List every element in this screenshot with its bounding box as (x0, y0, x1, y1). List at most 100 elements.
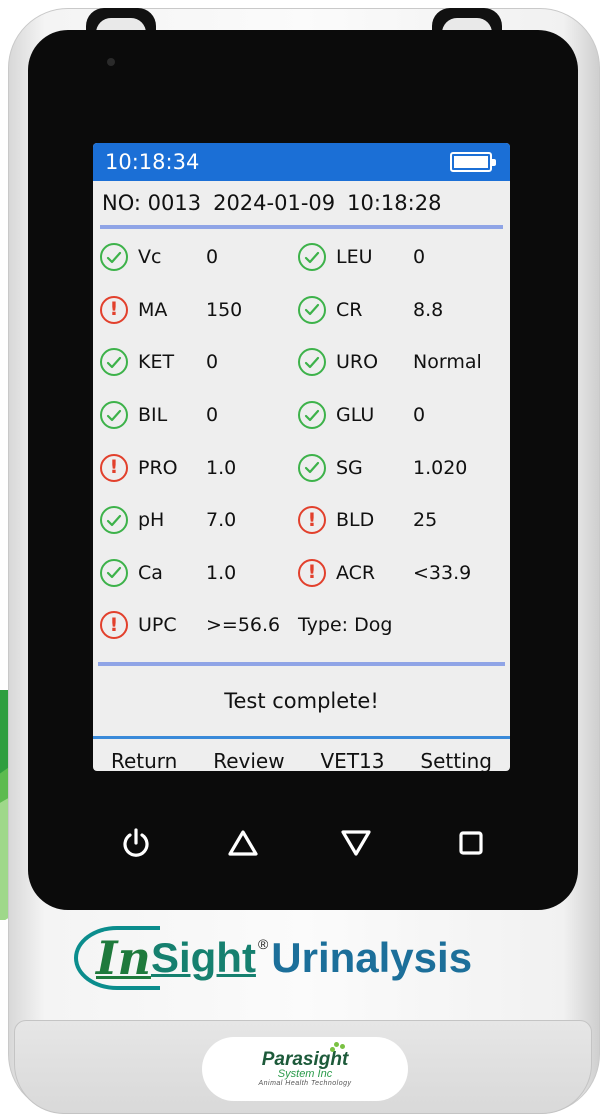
result-row: Ca 1.0! ACR <33.9 (93, 547, 510, 600)
status-bar: 10:18:34 (93, 143, 510, 181)
alert-icon: ! (100, 453, 128, 482)
power-button[interactable] (118, 825, 154, 861)
parameter-value: 1.0 (206, 456, 237, 479)
parameter-value: 150 (206, 298, 243, 321)
brand-name: Parasight (261, 1041, 349, 1070)
parameter-value: 1.020 (413, 456, 468, 479)
square-icon (459, 831, 483, 855)
result-cell: ! PRO 1.0 (93, 453, 298, 482)
parameter-name: SG (336, 456, 363, 479)
parameter-value: Normal (413, 351, 482, 374)
record-header: NO: 0013 2024-01-09 10:18:28 (93, 181, 510, 225)
alert-icon: ! (100, 611, 128, 640)
result-row: ! MA 150 CR 8.8 (93, 284, 510, 337)
result-row: BIL 0 GLU 0 (93, 389, 510, 442)
down-button[interactable] (338, 825, 374, 861)
softkey-bar: Return Review VET13 Setting (93, 739, 510, 771)
parasight-badge: Parasight System Inc Animal Health Techn… (202, 1037, 408, 1101)
parameter-name: MA (138, 298, 168, 321)
brand-name-text: Parasight (261, 1048, 349, 1070)
parameter-name: pH (138, 509, 165, 532)
alert-icon: ! (298, 558, 326, 587)
down-triangle-icon (341, 830, 371, 856)
result-cell: ! BLD 25 (298, 506, 510, 535)
parameter-value: 0 (413, 404, 426, 427)
result-cell: ! MA 150 (93, 295, 298, 324)
status-message: Test complete! (224, 688, 379, 713)
check-icon (100, 243, 128, 272)
parameter-name: Ca (138, 561, 163, 584)
clock: 10:18:34 (105, 150, 200, 174)
alert-icon: ! (298, 506, 326, 535)
result-cell: URO Normal (298, 348, 510, 377)
parameter-name: UPC (138, 614, 177, 637)
results-table: Vc 0 LEU 0! MA 150 CR 8.8 KET 0 URO Normal BIL 0 GLU 0!… (93, 229, 510, 599)
check-icon (298, 453, 326, 482)
result-row: ! UPC >=56.6 Type: Dog (93, 599, 510, 652)
camera-dot (107, 58, 115, 66)
parameter-value: 8.8 (413, 298, 444, 321)
parameter-value: >=56.6 (206, 614, 281, 637)
result-cell: ! UPC >=56.6 (93, 611, 298, 640)
softkey-return[interactable]: Return (111, 749, 177, 771)
result-cell: Ca 1.0 (93, 558, 298, 587)
result-row: ! PRO 1.0 SG 1.020 (93, 441, 510, 494)
parameter-name: Vc (138, 246, 162, 269)
logo-urinalysis: Urinalysis (271, 934, 473, 981)
record-number: NO: 0013 (102, 191, 202, 215)
brand-tagline: Animal Health Technology (258, 1079, 352, 1087)
parameter-name: BIL (138, 404, 168, 427)
check-icon (100, 558, 128, 587)
parameter-value: 0 (206, 246, 219, 269)
check-icon (298, 243, 326, 272)
result-cell: GLU 0 (298, 401, 510, 430)
battery-icon (450, 152, 496, 172)
parameter-name: KET (138, 351, 175, 374)
parameter-name: GLU (336, 404, 375, 427)
parameter-value: <33.9 (413, 561, 472, 584)
check-icon (298, 295, 326, 324)
parameter-name: BLD (336, 509, 375, 532)
result-cell: Type: Dog (298, 614, 510, 636)
up-button[interactable] (225, 825, 261, 861)
device-screen: 10:18:34 NO: 0013 2024-01-09 10:18:28 Vc… (93, 143, 510, 771)
logo-sight: Sight (150, 934, 256, 981)
parameter-name: URO (336, 351, 379, 374)
power-icon (123, 828, 149, 857)
check-icon (298, 348, 326, 377)
parameter-value: 0 (206, 404, 219, 427)
check-icon (100, 506, 128, 535)
result-row: Vc 0 LEU 0 (93, 231, 510, 284)
insight-urinalysis-logo: In Sight ® Urinalysis (74, 922, 538, 994)
check-icon (298, 401, 326, 430)
parameter-name: ACR (336, 561, 376, 584)
logo-swoosh (74, 926, 160, 990)
parameter-value: 7.0 (206, 509, 237, 532)
record-time: 10:18:28 (347, 191, 442, 215)
sample-type: Type: Dog (298, 614, 393, 637)
parameter-name: LEU (336, 246, 373, 269)
parameter-value: 0 (413, 246, 426, 269)
parameter-value: 1.0 (206, 561, 237, 584)
softkey-setting[interactable]: Setting (420, 749, 492, 771)
square-button[interactable] (453, 825, 489, 861)
result-cell: SG 1.020 (298, 453, 510, 482)
result-cell: Vc 0 (93, 243, 298, 272)
brand-subtitle: System Inc (277, 1067, 333, 1080)
check-icon (100, 401, 128, 430)
up-triangle-icon (228, 830, 258, 856)
result-cell: BIL 0 (93, 401, 298, 430)
brand-dots-icon (328, 1041, 348, 1052)
check-icon (100, 348, 128, 377)
record-date: 2024-01-09 (213, 191, 336, 215)
result-cell: pH 7.0 (93, 506, 298, 535)
result-cell: LEU 0 (298, 243, 510, 272)
softkey-vet13[interactable]: VET13 (321, 749, 385, 771)
result-row: pH 7.0! BLD 25 (93, 494, 510, 547)
parameter-name: CR (336, 298, 363, 321)
result-cell: ! ACR <33.9 (298, 558, 510, 587)
result-cell: KET 0 (93, 348, 298, 377)
logo-registered-mark: ® (257, 936, 269, 952)
softkey-review[interactable]: Review (213, 749, 284, 771)
result-cell: CR 8.8 (298, 295, 510, 324)
